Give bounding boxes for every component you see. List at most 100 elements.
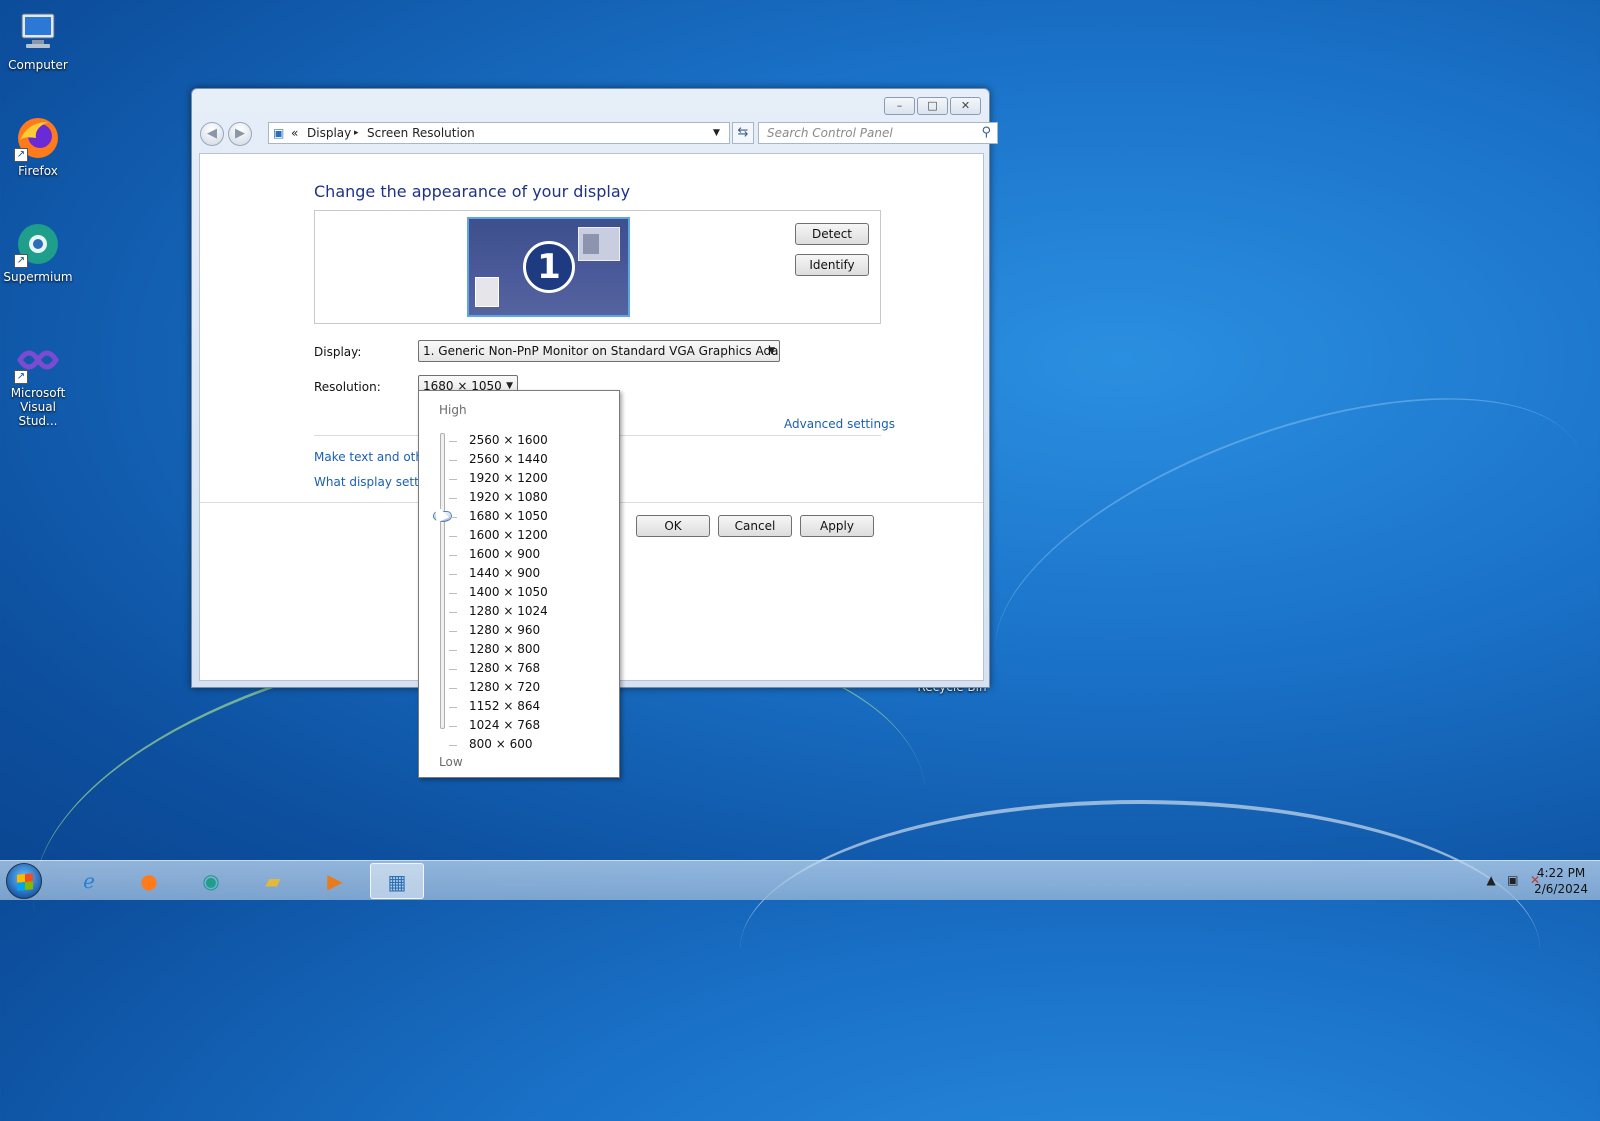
resolution-tick xyxy=(449,555,457,556)
resolution-option[interactable]: 1680 × 1050 xyxy=(469,509,548,523)
cancel-button[interactable]: Cancel xyxy=(718,515,792,537)
taskbar-control-panel[interactable]: ▦ xyxy=(370,863,424,899)
taskbar-supermium[interactable]: ◉ xyxy=(184,863,238,899)
apply-button[interactable]: Apply xyxy=(800,515,874,537)
media-player-icon: ▶ xyxy=(327,869,343,893)
search-input[interactable]: Search Control Panel ⚲ xyxy=(758,122,998,144)
folder-icon: ▰ xyxy=(265,869,281,893)
resolution-tick xyxy=(449,707,457,708)
resolution-option[interactable]: 2560 × 1600 xyxy=(469,433,548,447)
display-select[interactable]: 1. Generic Non-PnP Monitor on Standard V… xyxy=(418,340,780,362)
resolution-option[interactable]: 1280 × 960 xyxy=(469,623,540,637)
high-label: High xyxy=(439,403,467,417)
window-controls: – □ ✕ xyxy=(884,97,981,115)
resolution-tick xyxy=(449,669,457,670)
wallpaper-swirl xyxy=(740,800,1540,1100)
clock[interactable]: 4:22 PM 2/6/2024 xyxy=(1534,865,1588,897)
resolution-option[interactable]: 1280 × 720 xyxy=(469,680,540,694)
monitor-1-tile[interactable]: 1 xyxy=(467,217,630,317)
resolution-option[interactable]: 1024 × 768 xyxy=(469,718,540,732)
resolution-option[interactable]: 1600 × 900 xyxy=(469,547,540,561)
desktop-icon-firefox[interactable]: ↗ Firefox xyxy=(0,114,76,178)
start-button[interactable] xyxy=(6,863,42,899)
resolution-option[interactable]: 1280 × 800 xyxy=(469,642,540,656)
back-arrow-icon: ◀ xyxy=(207,126,217,141)
resolution-tick xyxy=(449,593,457,594)
taskbar-media-player[interactable]: ▶ xyxy=(308,863,362,899)
low-label: Low xyxy=(439,755,463,769)
desktop-icon-label: Supermium xyxy=(3,270,73,284)
resolution-option[interactable]: 1920 × 1200 xyxy=(469,471,548,485)
resolution-label: Resolution: xyxy=(314,380,381,394)
resolution-option[interactable]: 1152 × 864 xyxy=(469,699,540,713)
identify-button[interactable]: Identify xyxy=(795,254,869,276)
desktop-icon-visual-studio[interactable]: ↗ Microsoft Visual Stud... xyxy=(0,336,76,428)
search-icon[interactable]: ⚲ xyxy=(981,123,991,143)
wallpaper-swirl xyxy=(954,331,1600,789)
control-panel-icon: ▣ xyxy=(273,126,285,140)
resolution-option[interactable]: 2560 × 1440 xyxy=(469,452,548,466)
close-button[interactable]: ✕ xyxy=(950,97,981,115)
taskbar-internet-explorer[interactable]: ℯ xyxy=(62,863,116,899)
shortcut-arrow-icon: ↗ xyxy=(14,148,28,162)
resolution-dropdown: High 2560 × 1600 2560 × 1440 1920 × 1200 19… xyxy=(418,390,620,778)
detect-button[interactable]: Detect xyxy=(795,223,869,245)
clock-date: 2/6/2024 xyxy=(1534,882,1588,896)
document-thumbnail-icon xyxy=(475,277,499,307)
search-placeholder: Search Control Panel xyxy=(767,126,893,140)
resolution-slider-track[interactable] xyxy=(440,433,445,729)
breadcrumb-screen-resolution[interactable]: Screen Resolution xyxy=(367,123,475,143)
minimize-button[interactable]: – xyxy=(884,97,915,115)
window-thumbnail-icon xyxy=(578,227,620,261)
taskbar: ℯ ● ◉ ▰ ▶ ▦ ▲ ▣ ✕ 4:22 PM 2/6/2024 xyxy=(0,860,1600,900)
resolution-option[interactable]: 1920 × 1080 xyxy=(469,490,548,504)
network-icon[interactable]: ▣ xyxy=(1507,873,1518,887)
resolution-tick xyxy=(449,631,457,632)
visual-studio-icon: ↗ xyxy=(14,336,62,384)
resolution-option[interactable]: 1440 × 900 xyxy=(469,566,540,580)
chevron-down-icon: ▼ xyxy=(768,346,775,356)
resolution-option[interactable]: 1280 × 1024 xyxy=(469,604,548,618)
resolution-tick xyxy=(449,745,457,746)
resolution-option[interactable]: 1600 × 1200 xyxy=(469,528,548,542)
desktop-icon-label: Microsoft Visual Stud... xyxy=(10,386,66,428)
control-panel-icon: ▦ xyxy=(387,870,407,894)
address-bar[interactable]: ▣ « Display ▸ Screen Resolution ▼ xyxy=(268,122,730,144)
resolution-option[interactable]: 800 × 600 xyxy=(469,737,533,751)
back-button[interactable]: ◀ xyxy=(200,122,224,146)
internet-explorer-icon: ℯ xyxy=(83,869,95,893)
firefox-icon: ↗ xyxy=(14,114,62,162)
desktop-icon-computer[interactable]: Computer xyxy=(0,8,76,72)
resolution-tick xyxy=(449,574,457,575)
display-select-value: 1. Generic Non-PnP Monitor on Standard V… xyxy=(423,344,780,358)
firefox-icon: ● xyxy=(140,869,158,893)
show-hidden-icons-button[interactable]: ▲ xyxy=(1486,873,1495,887)
resolution-option[interactable]: 1280 × 768 xyxy=(469,661,540,675)
desktop-icon-supermium[interactable]: ↗ Supermium xyxy=(0,220,76,284)
resolution-tick xyxy=(449,612,457,613)
breadcrumb-display[interactable]: Display xyxy=(307,123,351,143)
breadcrumb-separator-icon[interactable]: ▸ xyxy=(354,123,359,143)
monitor-number: 1 xyxy=(523,241,575,293)
address-dropdown-icon[interactable]: ▼ xyxy=(713,123,720,143)
forward-button[interactable]: ▶ xyxy=(228,122,252,146)
resolution-option[interactable]: 1400 × 1050 xyxy=(469,585,548,599)
desktop-icon-label: Firefox xyxy=(18,164,58,178)
resolution-tick xyxy=(449,479,457,480)
computer-icon xyxy=(14,8,62,56)
breadcrumb-overflow[interactable]: « xyxy=(291,123,298,143)
clock-time: 4:22 PM xyxy=(1536,866,1586,880)
refresh-button[interactable]: ⇆ xyxy=(732,122,754,144)
taskbar-file-explorer[interactable]: ▰ xyxy=(246,863,300,899)
desktop-icon-label: Computer xyxy=(8,58,68,72)
taskbar-firefox[interactable]: ● xyxy=(122,863,176,899)
resolution-tick xyxy=(449,688,457,689)
advanced-settings-link[interactable]: Advanced settings xyxy=(784,417,895,431)
shortcut-arrow-icon: ↗ xyxy=(14,254,28,268)
ok-button[interactable]: OK xyxy=(636,515,710,537)
supermium-icon: ↗ xyxy=(14,220,62,268)
resolution-tick xyxy=(449,726,457,727)
system-tray: ▲ ▣ ✕ xyxy=(1486,873,1540,887)
maximize-button[interactable]: □ xyxy=(917,97,948,115)
resolution-tick xyxy=(449,441,457,442)
